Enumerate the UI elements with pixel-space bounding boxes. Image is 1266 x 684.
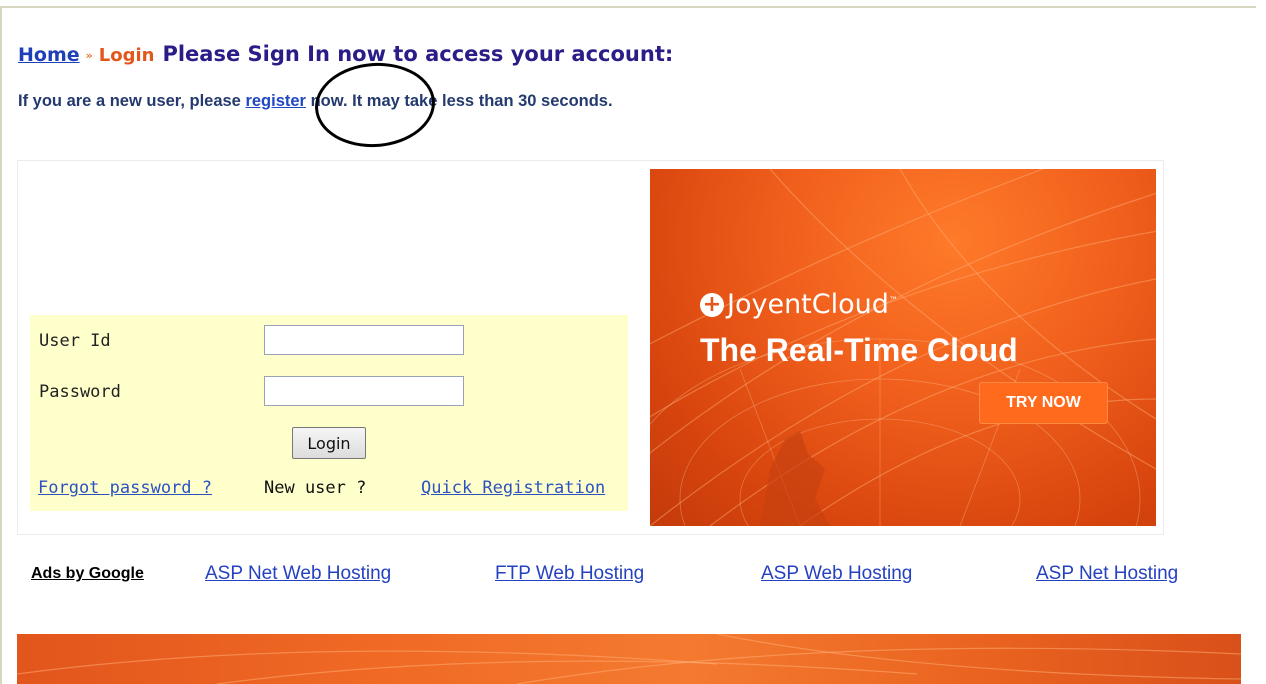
password-input[interactable] [264,376,464,406]
page-frame-top [0,6,1256,8]
breadcrumb-separator: » [85,49,93,62]
ad-brand-name: JoyentCloud [727,289,889,320]
annotation-circle [312,58,438,152]
breadcrumb-current: Login [98,45,155,66]
quick-registration-link[interactable]: Quick Registration [421,478,605,498]
new-user-text: New user ? [264,478,367,498]
userid-label: User Id [39,331,111,351]
breadcrumb-home-link[interactable]: Home [18,44,80,66]
ad-link-ftp-web-hosting[interactable]: FTP Web Hosting [495,563,644,585]
page-title: Please Sign In now to access your accoun… [162,42,674,66]
joyent-ad-banner[interactable]: + JoyentCloud™ The Real-Time Cloud TRY NO… [650,169,1156,526]
login-button[interactable]: Login [292,427,366,459]
ad-link-asp-net-hosting[interactable]: ASP Net Hosting [1036,563,1178,585]
forgot-password-link[interactable]: Forgot password ? [38,478,212,498]
joyent-brand: + JoyentCloud™ [700,289,898,320]
bottom-ad-banner[interactable] [17,634,1241,684]
breadcrumb: Home » Login Please Sign In now to access y… [18,42,673,66]
ad-link-asp-net-web-hosting[interactable]: ASP Net Web Hosting [205,563,391,585]
bottom-banner-streaks [17,634,1241,684]
notice-text-before: If you are a new user, please [18,92,246,110]
try-now-button[interactable]: TRY NOW [979,382,1108,424]
ad-headline: The Real-Time Cloud [700,332,1018,368]
userid-input[interactable] [264,325,464,355]
ads-by-google-row: Ads by Google ASP Net Web Hosting FTP We… [0,563,1266,587]
password-label: Password [39,382,121,402]
ads-by-google-label[interactable]: Ads by Google [31,565,144,583]
register-link[interactable]: register [245,92,306,110]
ad-link-asp-web-hosting[interactable]: ASP Web Hosting [761,563,912,585]
plus-circle-icon: + [700,293,724,317]
